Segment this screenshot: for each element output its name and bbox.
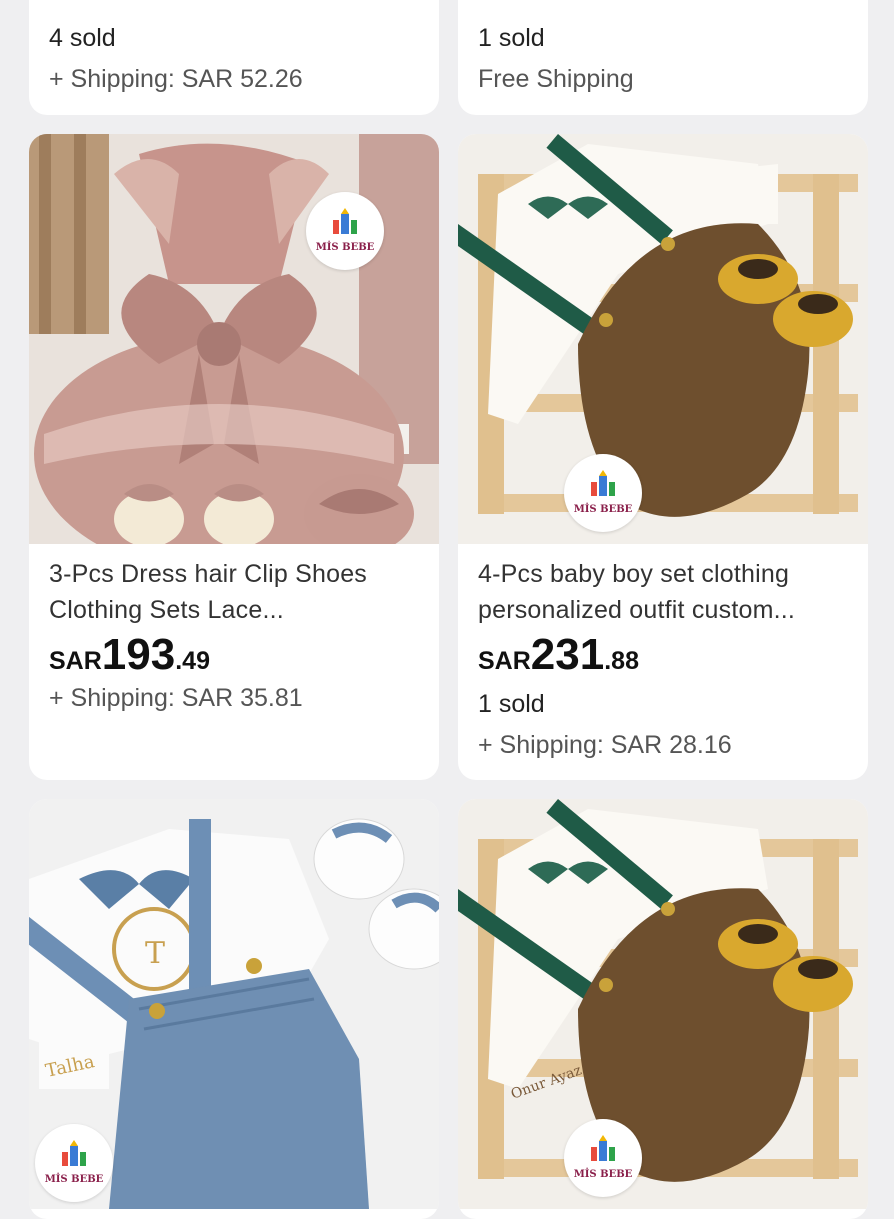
brand-logo: MİS BEBE	[564, 454, 642, 532]
product-title-line2[interactable]: Clothing Sets Lace...	[49, 592, 284, 628]
logo-text: MİS BEBE	[44, 1174, 104, 1185]
product-card-boy-set[interactable]: MİS BEBE 4-Pcs baby boy set clothing per…	[458, 134, 868, 780]
logo-text: MİS BEBE	[573, 1169, 633, 1180]
product-image[interactable]: T Talha MİS BEBE	[29, 799, 439, 1209]
product-card-boy-set-2[interactable]: Onur Ayaz MİS BEBE	[458, 799, 868, 1219]
sold-count: 1 sold	[478, 690, 545, 718]
product-title-line1[interactable]: 3-Pcs Dress hair Clip Shoes	[49, 556, 367, 592]
product-price: SAR231.88	[478, 630, 639, 680]
product-card-top-left[interactable]: 4 sold + Shipping: SAR 52.26	[29, 0, 439, 115]
product-card-dress[interactable]: MİS BEBE 3-Pcs Dress hair Clip Shoes Clo…	[29, 134, 439, 780]
product-title-line2[interactable]: personalized outfit custom...	[478, 592, 795, 628]
castle-icon	[62, 1140, 86, 1166]
sold-count: 4 sold	[49, 24, 116, 52]
product-image[interactable]: Onur Ayaz MİS BEBE	[458, 799, 868, 1209]
product-image[interactable]: MİS BEBE	[458, 134, 868, 544]
shipping-info: + Shipping: SAR 35.81	[49, 684, 303, 712]
product-price: SAR193.49	[49, 630, 210, 680]
price-currency: SAR	[49, 647, 102, 675]
product-image[interactable]: MİS BEBE	[29, 134, 439, 544]
price-integer: 193	[101, 630, 176, 679]
sold-count: 1 sold	[478, 24, 545, 52]
shipping-info: + Shipping: SAR 52.26	[49, 65, 303, 93]
logo-text: MİS BEBE	[315, 242, 375, 253]
brand-logo: MİS BEBE	[306, 192, 384, 270]
brand-logo: MİS BEBE	[35, 1124, 113, 1202]
price-decimal: .88	[604, 647, 639, 675]
brand-logo: MİS BEBE	[564, 1119, 642, 1197]
castle-icon	[591, 470, 615, 496]
price-decimal: .49	[175, 647, 210, 675]
product-card-blue-set[interactable]: T Talha MİS BEBE	[29, 799, 439, 1219]
price-integer: 231	[530, 630, 605, 679]
boy-set-photo	[458, 134, 868, 544]
product-card-top-right[interactable]: 1 sold Free Shipping	[458, 0, 868, 115]
logo-text: MİS BEBE	[573, 504, 633, 515]
product-title-line1[interactable]: 4-Pcs baby boy set clothing	[478, 556, 789, 592]
dress-photo	[29, 134, 439, 544]
boy-set-photo: Onur Ayaz	[458, 799, 868, 1209]
castle-icon	[591, 1135, 615, 1161]
embroidery-monogram: T	[145, 936, 165, 971]
price-currency: SAR	[478, 647, 531, 675]
shipping-info: Free Shipping	[478, 65, 634, 93]
castle-icon	[333, 208, 357, 234]
shipping-info: + Shipping: SAR 28.16	[478, 731, 732, 759]
